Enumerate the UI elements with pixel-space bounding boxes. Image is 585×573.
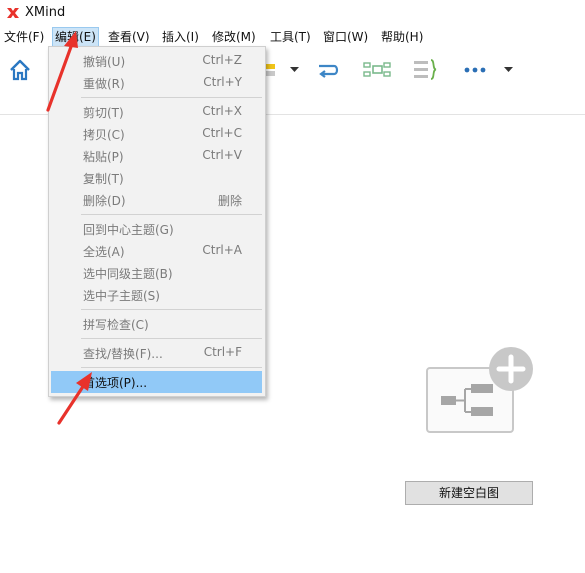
- menu-bar: 文件(F) 编辑(E) 查看(V) 插入(I) 修改(M) 工具(T) 窗口(W…: [0, 26, 585, 48]
- menu-item-label: 复制(T): [83, 172, 124, 186]
- menu-item-label: 选中同级主题(B): [83, 267, 173, 281]
- menu-item-duplicate[interactable]: 复制(T): [51, 167, 262, 189]
- menu-item-label: 重做(R): [83, 77, 125, 91]
- menu-item-undo[interactable]: 撤销(U) Ctrl+Z: [51, 50, 262, 72]
- menu-separator: [81, 309, 262, 310]
- menu-item-spell-check[interactable]: 拼写检查(C): [51, 313, 262, 335]
- menu-item-label: 首选项(P)...: [83, 376, 148, 390]
- menu-item-shortcut: Ctrl+A: [202, 243, 242, 257]
- menu-item-cut[interactable]: 剪切(T) Ctrl+X: [51, 101, 262, 123]
- menu-item-label: 查找/替换(F)...: [83, 347, 163, 361]
- menu-separator: [81, 338, 262, 339]
- menu-item-preferences[interactable]: 首选项(P)...: [51, 371, 262, 393]
- menu-item-find-replace[interactable]: 查找/替换(F)... Ctrl+F: [51, 342, 262, 364]
- menu-item-shortcut: Ctrl+C: [202, 126, 242, 140]
- menu-item-label: 选中子主题(S): [83, 289, 160, 303]
- menu-item-label: 全选(A): [83, 245, 125, 259]
- menu-item-label: 拼写检查(C): [83, 318, 149, 332]
- menu-item-label: 删除(D): [83, 194, 126, 208]
- menu-separator: [81, 97, 262, 98]
- menu-window[interactable]: 窗口(W): [321, 28, 370, 46]
- dropdown-arrow-icon[interactable]: [290, 67, 299, 73]
- menu-separator: [81, 367, 262, 368]
- menu-item-label: 拷贝(C): [83, 128, 125, 142]
- menu-item-redo[interactable]: 重做(R) Ctrl+Y: [51, 72, 262, 94]
- menu-item-shortcut: Ctrl+Y: [203, 75, 242, 89]
- window-title: XMind: [25, 5, 66, 20]
- more-icon[interactable]: [464, 66, 488, 74]
- menu-item-label: 回到中心主题(G): [83, 223, 174, 237]
- new-mind-map-plus-icon: [426, 347, 533, 433]
- edit-menu-dropdown: 撤销(U) Ctrl+Z 重做(R) Ctrl+Y 剪切(T) Ctrl+X 拷…: [48, 46, 266, 397]
- relationship-icon[interactable]: [316, 58, 340, 82]
- home-icon[interactable]: [8, 58, 32, 82]
- menu-item-shortcut: Ctrl+F: [203, 345, 242, 359]
- menu-item-shortcut: Ctrl+Z: [202, 53, 242, 67]
- menu-file[interactable]: 文件(F): [2, 28, 46, 46]
- menu-item-select-children[interactable]: 选中子主题(S): [51, 284, 262, 306]
- menu-item-shortcut: Ctrl+V: [202, 148, 242, 162]
- menu-item-shortcut: 删除: [217, 194, 242, 208]
- menu-item-shortcut: Ctrl+X: [202, 104, 242, 118]
- new-blank-map-button[interactable]: 新建空白图: [405, 481, 533, 505]
- dropdown-arrow-icon[interactable]: [504, 67, 513, 73]
- menu-view[interactable]: 查看(V): [106, 28, 152, 46]
- menu-item-label: 剪切(T): [83, 106, 124, 120]
- menu-separator: [81, 214, 262, 215]
- summary-map-icon[interactable]: [363, 58, 391, 82]
- menu-insert[interactable]: 插入(I): [160, 28, 201, 46]
- title-bar: XMind: [0, 0, 585, 26]
- menu-item-paste[interactable]: 粘贴(P) Ctrl+V: [51, 145, 262, 167]
- menu-modify[interactable]: 修改(M): [210, 28, 258, 46]
- menu-item-go-to-central-topic[interactable]: 回到中心主题(G): [51, 218, 262, 240]
- menu-edit[interactable]: 编辑(E): [52, 27, 99, 47]
- menu-item-label: 粘贴(P): [83, 150, 124, 164]
- boundary-icon[interactable]: [412, 57, 438, 83]
- menu-tools[interactable]: 工具(T): [268, 28, 313, 46]
- menu-help[interactable]: 帮助(H): [379, 28, 425, 46]
- menu-item-label: 撤销(U): [83, 55, 126, 69]
- xmind-logo-icon: [7, 8, 19, 18]
- menu-item-select-siblings[interactable]: 选中同级主题(B): [51, 262, 262, 284]
- menu-item-delete[interactable]: 删除(D) 删除: [51, 189, 262, 211]
- menu-item-select-all[interactable]: 全选(A) Ctrl+A: [51, 240, 262, 262]
- menu-item-copy[interactable]: 拷贝(C) Ctrl+C: [51, 123, 262, 145]
